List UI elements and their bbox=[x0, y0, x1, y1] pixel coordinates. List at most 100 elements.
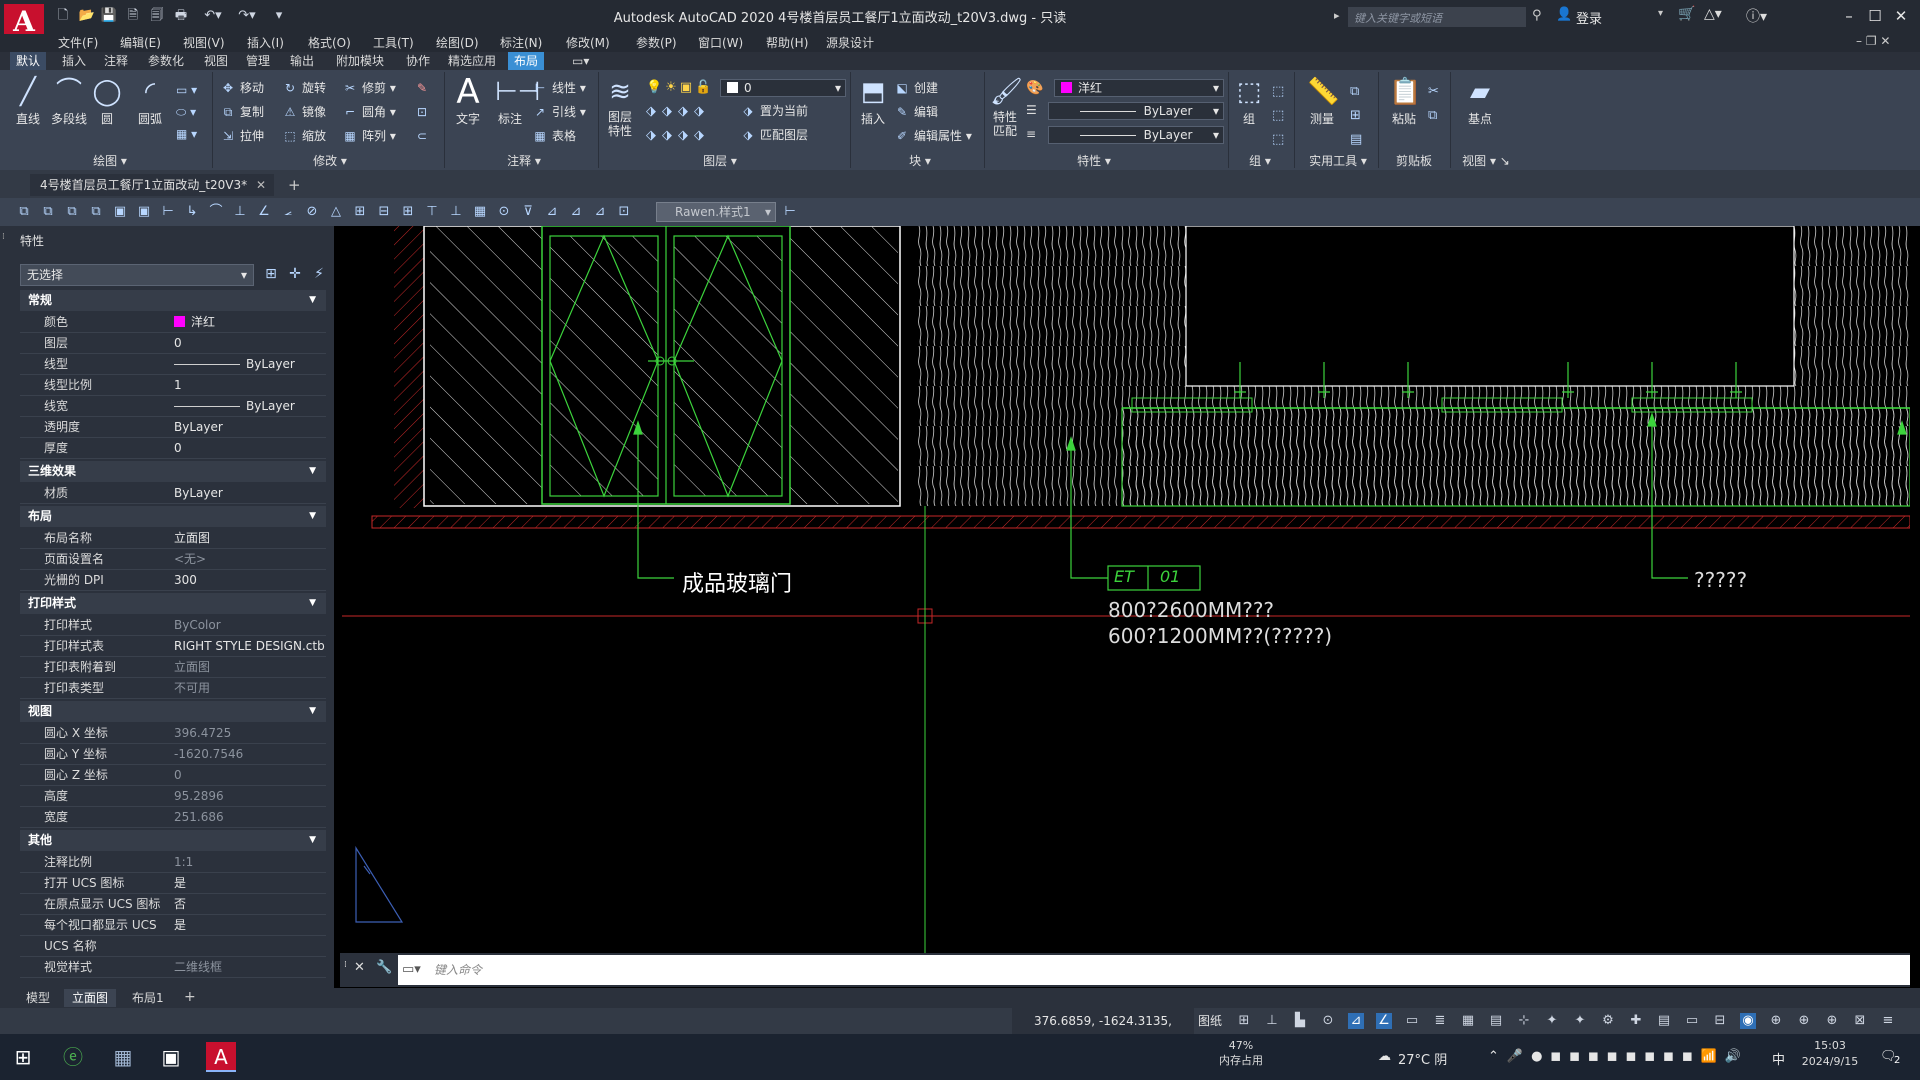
dimension-tool-icon[interactable]: ⊙ bbox=[496, 204, 512, 220]
redo-icon[interactable]: ↷▾ bbox=[232, 8, 262, 24]
menu-insert[interactable]: 插入(I) bbox=[247, 34, 284, 52]
property-row[interactable]: 视觉样式 二维线框 bbox=[20, 957, 326, 978]
menu-tools[interactable]: 工具(T) bbox=[373, 34, 414, 52]
property-value[interactable]: 是 bbox=[174, 915, 186, 936]
ime-indicator[interactable]: 中 bbox=[1772, 1049, 1785, 1068]
dimension-tool-icon[interactable]: ⊽ bbox=[520, 204, 536, 220]
property-row[interactable]: 透明度 ByLayer bbox=[20, 417, 326, 438]
edit-block-button[interactable]: ✎ 编辑 bbox=[894, 102, 938, 122]
status-toggle-icon[interactable]: ⊥ bbox=[1264, 1013, 1280, 1029]
tab-parametric[interactable]: 参数化 bbox=[142, 52, 190, 70]
property-value[interactable]: ByColor bbox=[174, 615, 221, 636]
cart-icon[interactable]: 🛒 bbox=[1678, 6, 1695, 22]
tab-featured[interactable]: 精选应用 bbox=[442, 52, 502, 70]
dimension-tool-icon[interactable]: ⊿ bbox=[568, 204, 584, 220]
property-value[interactable]: 0 bbox=[174, 765, 182, 786]
quick-select-icon[interactable]: ⚡ bbox=[310, 265, 328, 283]
color-dropdown[interactable]: 洋红 ▾ bbox=[1054, 79, 1224, 97]
property-row[interactable]: 圆心 Z 坐标 0 bbox=[20, 765, 326, 786]
dimension-tool-icon[interactable]: ▣ bbox=[136, 204, 152, 220]
set-current-button[interactable]: ⬗ 置为当前 bbox=[740, 101, 808, 121]
dimension-style-dropdown[interactable]: Rawen.样式1 ▾ bbox=[656, 202, 776, 222]
property-row[interactable]: 光栅的 DPI 300 bbox=[20, 570, 326, 591]
leader-button[interactable]: ↗ 引线 ▾ bbox=[532, 102, 586, 122]
property-value[interactable]: 300 bbox=[174, 570, 197, 591]
clipboard-tools-icons[interactable]: ✂ ⧉ bbox=[1428, 80, 1444, 128]
coordinates-readout[interactable]: 376.6859, -1624.3135, 0.0000 bbox=[1012, 1008, 1194, 1054]
edit-attribute-button[interactable]: ✐ 编辑属性 ▾ bbox=[894, 126, 972, 146]
dimension-tool-icon[interactable]: ⊟ bbox=[376, 204, 392, 220]
collapse-arrow-icon[interactable]: ▼ bbox=[309, 701, 316, 722]
property-value[interactable]: 251.686 bbox=[174, 807, 224, 828]
dimension-tool-icon[interactable]: ⊿ bbox=[544, 204, 560, 220]
command-history-icon[interactable]: ▭▾ bbox=[402, 962, 421, 977]
match-layer-button[interactable]: ⬗ 匹配图层 bbox=[740, 125, 808, 145]
windows-start-icon[interactable]: ⊞ bbox=[8, 1042, 38, 1072]
property-value[interactable]: 0 bbox=[174, 438, 182, 459]
status-toggle-icon[interactable]: ✦ bbox=[1572, 1013, 1588, 1029]
dimension-tool-icon[interactable]: ↳ bbox=[184, 204, 200, 220]
collapse-arrow-icon[interactable]: ▼ bbox=[309, 830, 316, 851]
layer-state-icons[interactable]: 💡☀▣🔓 bbox=[646, 80, 714, 95]
dimension-tool-icon[interactable]: ⊥ bbox=[448, 204, 464, 220]
status-toggle-icon[interactable]: ▤ bbox=[1488, 1013, 1504, 1029]
status-toggle-icon[interactable]: ⊹ bbox=[1516, 1013, 1532, 1029]
dimension-tool-icon[interactable]: ⊢ bbox=[160, 204, 176, 220]
close-tab-icon[interactable]: ✕ bbox=[256, 174, 266, 196]
panel-utilities-label[interactable]: 实用工具 ▾ bbox=[1300, 152, 1376, 168]
property-value[interactable]: 1:1 bbox=[174, 852, 193, 873]
utility-tools-icons[interactable]: ⧉ ⊞ ▤ bbox=[1350, 80, 1366, 152]
layer-tools-icons[interactable]: ⬗⬗⬗⬗ bbox=[646, 104, 710, 119]
dimension-tool-icon[interactable]: ⧉ bbox=[88, 204, 104, 220]
property-row[interactable]: UCS 名称 bbox=[20, 936, 326, 957]
property-row[interactable]: 材质 ByLayer bbox=[20, 483, 326, 504]
property-row[interactable]: 页面设置名 <无> bbox=[20, 549, 326, 570]
group-button[interactable]: ⬚ 组 bbox=[1232, 76, 1266, 127]
menu-format[interactable]: 格式(O) bbox=[308, 34, 351, 52]
property-value[interactable]: 396.4725 bbox=[174, 723, 231, 744]
scale-button[interactable]: ⬚ 缩放 bbox=[282, 126, 326, 146]
status-toggle-icon[interactable]: ▭ bbox=[1684, 1013, 1700, 1029]
collapse-arrow-icon[interactable]: ▼ bbox=[309, 461, 316, 482]
dimension-tool-icon[interactable]: ⊿ bbox=[592, 204, 608, 220]
minimize-icon[interactable]: – bbox=[1836, 5, 1862, 27]
menu-help[interactable]: 帮助(H) bbox=[766, 34, 808, 52]
customize-qat-icon[interactable]: ▾ bbox=[270, 8, 288, 24]
property-value[interactable]: ByLayer bbox=[174, 396, 295, 417]
property-row[interactable]: 圆心 X 坐标 396.4725 bbox=[20, 723, 326, 744]
dimension-tool-icon[interactable]: ⊥ bbox=[232, 204, 248, 220]
status-toggle-icon[interactable]: ▤ bbox=[1656, 1013, 1672, 1029]
panel-block-label[interactable]: 块 ▾ bbox=[880, 152, 960, 168]
status-toggle-icon[interactable]: ▦ bbox=[1460, 1013, 1476, 1029]
dimension-tool-icon[interactable]: ⊞ bbox=[352, 204, 368, 220]
add-layout-icon[interactable]: + bbox=[184, 989, 196, 1005]
panel-group-label[interactable]: 组 ▾ bbox=[1240, 152, 1280, 168]
dimension-tool-icon[interactable]: ⊡ bbox=[616, 204, 632, 220]
property-value[interactable]: 二维线框 bbox=[174, 957, 222, 978]
status-toggle-icon[interactable]: ⊙ bbox=[1320, 1013, 1336, 1029]
collapse-arrow-icon[interactable]: ▼ bbox=[309, 290, 316, 311]
weather-text[interactable]: 27°C 阴 bbox=[1398, 1049, 1447, 1068]
status-toggle-icon[interactable]: ⊠ bbox=[1852, 1013, 1868, 1029]
property-value[interactable]: 1 bbox=[174, 375, 182, 396]
property-row[interactable]: 打印表附着到 立面图 bbox=[20, 657, 326, 678]
status-toggle-icon[interactable]: ✦ bbox=[1544, 1013, 1560, 1029]
tab-elevation[interactable]: 立面图 bbox=[64, 989, 117, 1007]
expand-arrow-icon[interactable]: ▸ bbox=[1334, 9, 1340, 22]
erase-icon[interactable]: ✎ bbox=[414, 78, 434, 98]
property-row[interactable]: 打印表类型 不可用 bbox=[20, 678, 326, 699]
drawing-canvas[interactable]: 成品玻璃门 ET 01 800?2600MM??? 600?1200MM??(?… bbox=[342, 226, 1910, 953]
status-toggle-icon[interactable]: ⊕ bbox=[1824, 1013, 1840, 1029]
dimension-tool-icon[interactable]: ⊤ bbox=[424, 204, 440, 220]
status-toggle-icon[interactable]: ⚙ bbox=[1600, 1013, 1616, 1029]
undo-icon[interactable]: ↶▾ bbox=[198, 8, 228, 24]
tab-layout1[interactable]: 布局1 bbox=[124, 989, 172, 1007]
status-toggle-icon[interactable]: ⊞ bbox=[1236, 1013, 1252, 1029]
menu-parametric[interactable]: 参数(P) bbox=[636, 34, 677, 52]
paper-space-toggle[interactable]: 图纸 bbox=[1198, 1008, 1222, 1034]
tab-insert[interactable]: 插入 bbox=[56, 52, 92, 70]
explode-icon[interactable]: ⊡ bbox=[414, 102, 434, 122]
table-button[interactable]: ▦ 表格 bbox=[532, 126, 576, 146]
doc-window-controls[interactable]: – ❐ ✕ bbox=[1856, 34, 1890, 48]
dimension-tool-icon[interactable]: ⧉ bbox=[40, 204, 56, 220]
